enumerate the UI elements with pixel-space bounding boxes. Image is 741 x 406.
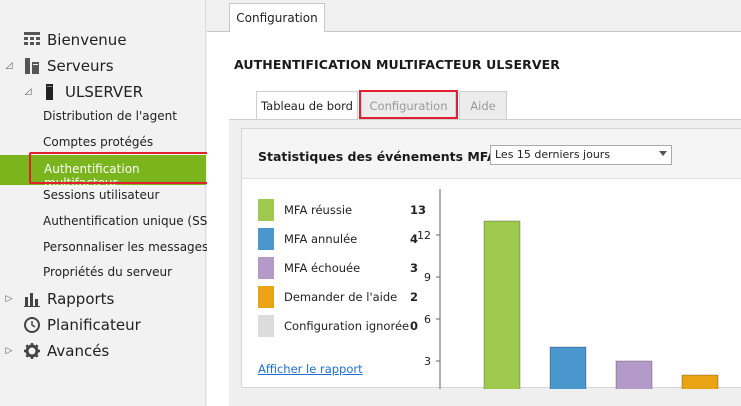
mfa-bar-chart: 036912 [417,189,719,389]
collapsed-arrow-icon[interactable]: ▷ [3,345,15,357]
server-icon [25,58,39,74]
sidebar-item-avances[interactable]: ▷ Avancés [0,339,206,363]
chart-bar [681,374,719,389]
sidebar-item-bienvenue[interactable]: Bienvenue [0,28,206,52]
sidebar-item-label: Rapports [47,290,115,308]
tab-aide[interactable]: Aide [459,91,507,119]
grid-icon [24,32,40,45]
sidebar-item-label: Comptes protégés [43,135,154,149]
sidebar-item-label: Propriétés du serveur [43,265,173,279]
server-tower-icon [46,84,53,100]
expanded-arrow-icon[interactable]: ◿ [22,86,34,98]
sidebar-item-rapports[interactable]: ▷ Rapports [0,287,206,311]
sidebar-item-label: Personnaliser les messages [43,240,209,254]
sidebar-item-sessions-utilisateur[interactable]: Sessions utilisateur [0,184,206,206]
content-pane: AUTHENTIFICATION MULTIFACTEUR ULSERVER T… [207,31,741,406]
sidebar-item-planificateur[interactable]: Planificateur [0,313,206,337]
sidebar-item-label: Serveurs [47,57,114,75]
sidebar-item-sso[interactable]: Authentification unique (SSO) [0,210,221,232]
sidebar: Bienvenue ◿ Serveurs ◿ ULSERVER Distribu… [0,0,221,406]
main-area: AUTHENTIFICATION MULTIFACTEUR ULSERVER T… [207,0,741,406]
tab-configuration-outer[interactable]: Configuration [229,3,325,32]
gear-icon [24,343,40,359]
y-tick-label: 3 [424,355,431,368]
sidebar-item-proprietes-serveur[interactable]: Propriétés du serveur [0,261,206,283]
chart-bar [483,220,521,389]
sidebar-item-label: Avancés [47,342,110,360]
sidebar-item-distribution-agent[interactable]: Distribution de l'agent [0,105,206,127]
sidebar-item-label: Distribution de l'agent [43,109,177,123]
sidebar-item-serveurs[interactable]: ◿ Serveurs [0,54,206,78]
stats-panel: Statistiques des événements MFA Les 15 d… [241,128,741,389]
clock-icon [24,317,40,333]
collapsed-arrow-icon[interactable]: ▷ [3,293,15,305]
y-tick-label: 12 [417,229,431,242]
sidebar-item-comptes-proteges[interactable]: Comptes protégés [0,131,206,153]
bar-chart-icon [24,293,40,307]
y-tick-label: 9 [424,271,431,284]
sidebar-item-label: Sessions utilisateur [43,188,160,202]
tab-tableau-de-bord[interactable]: Tableau de bord [256,91,358,119]
page-title: AUTHENTIFICATION MULTIFACTEUR ULSERVER [234,57,561,72]
highlight-box [359,90,458,119]
y-tick-label: 6 [424,313,431,326]
chart-bar [615,360,653,389]
sidebar-item-personnaliser-messages[interactable]: Personnaliser les messages [0,236,209,258]
sidebar-item-label: Planificateur [47,316,141,334]
sidebar-item-label: Authentification unique (SSO) [43,214,222,228]
sidebar-item-label: Bienvenue [47,31,127,49]
sidebar-item-ulserver[interactable]: ◿ ULSERVER [0,80,206,104]
expanded-arrow-icon[interactable]: ◿ [3,60,15,72]
chart-bar [549,346,587,389]
sidebar-item-label: ULSERVER [65,83,144,101]
highlight-box [29,152,218,184]
